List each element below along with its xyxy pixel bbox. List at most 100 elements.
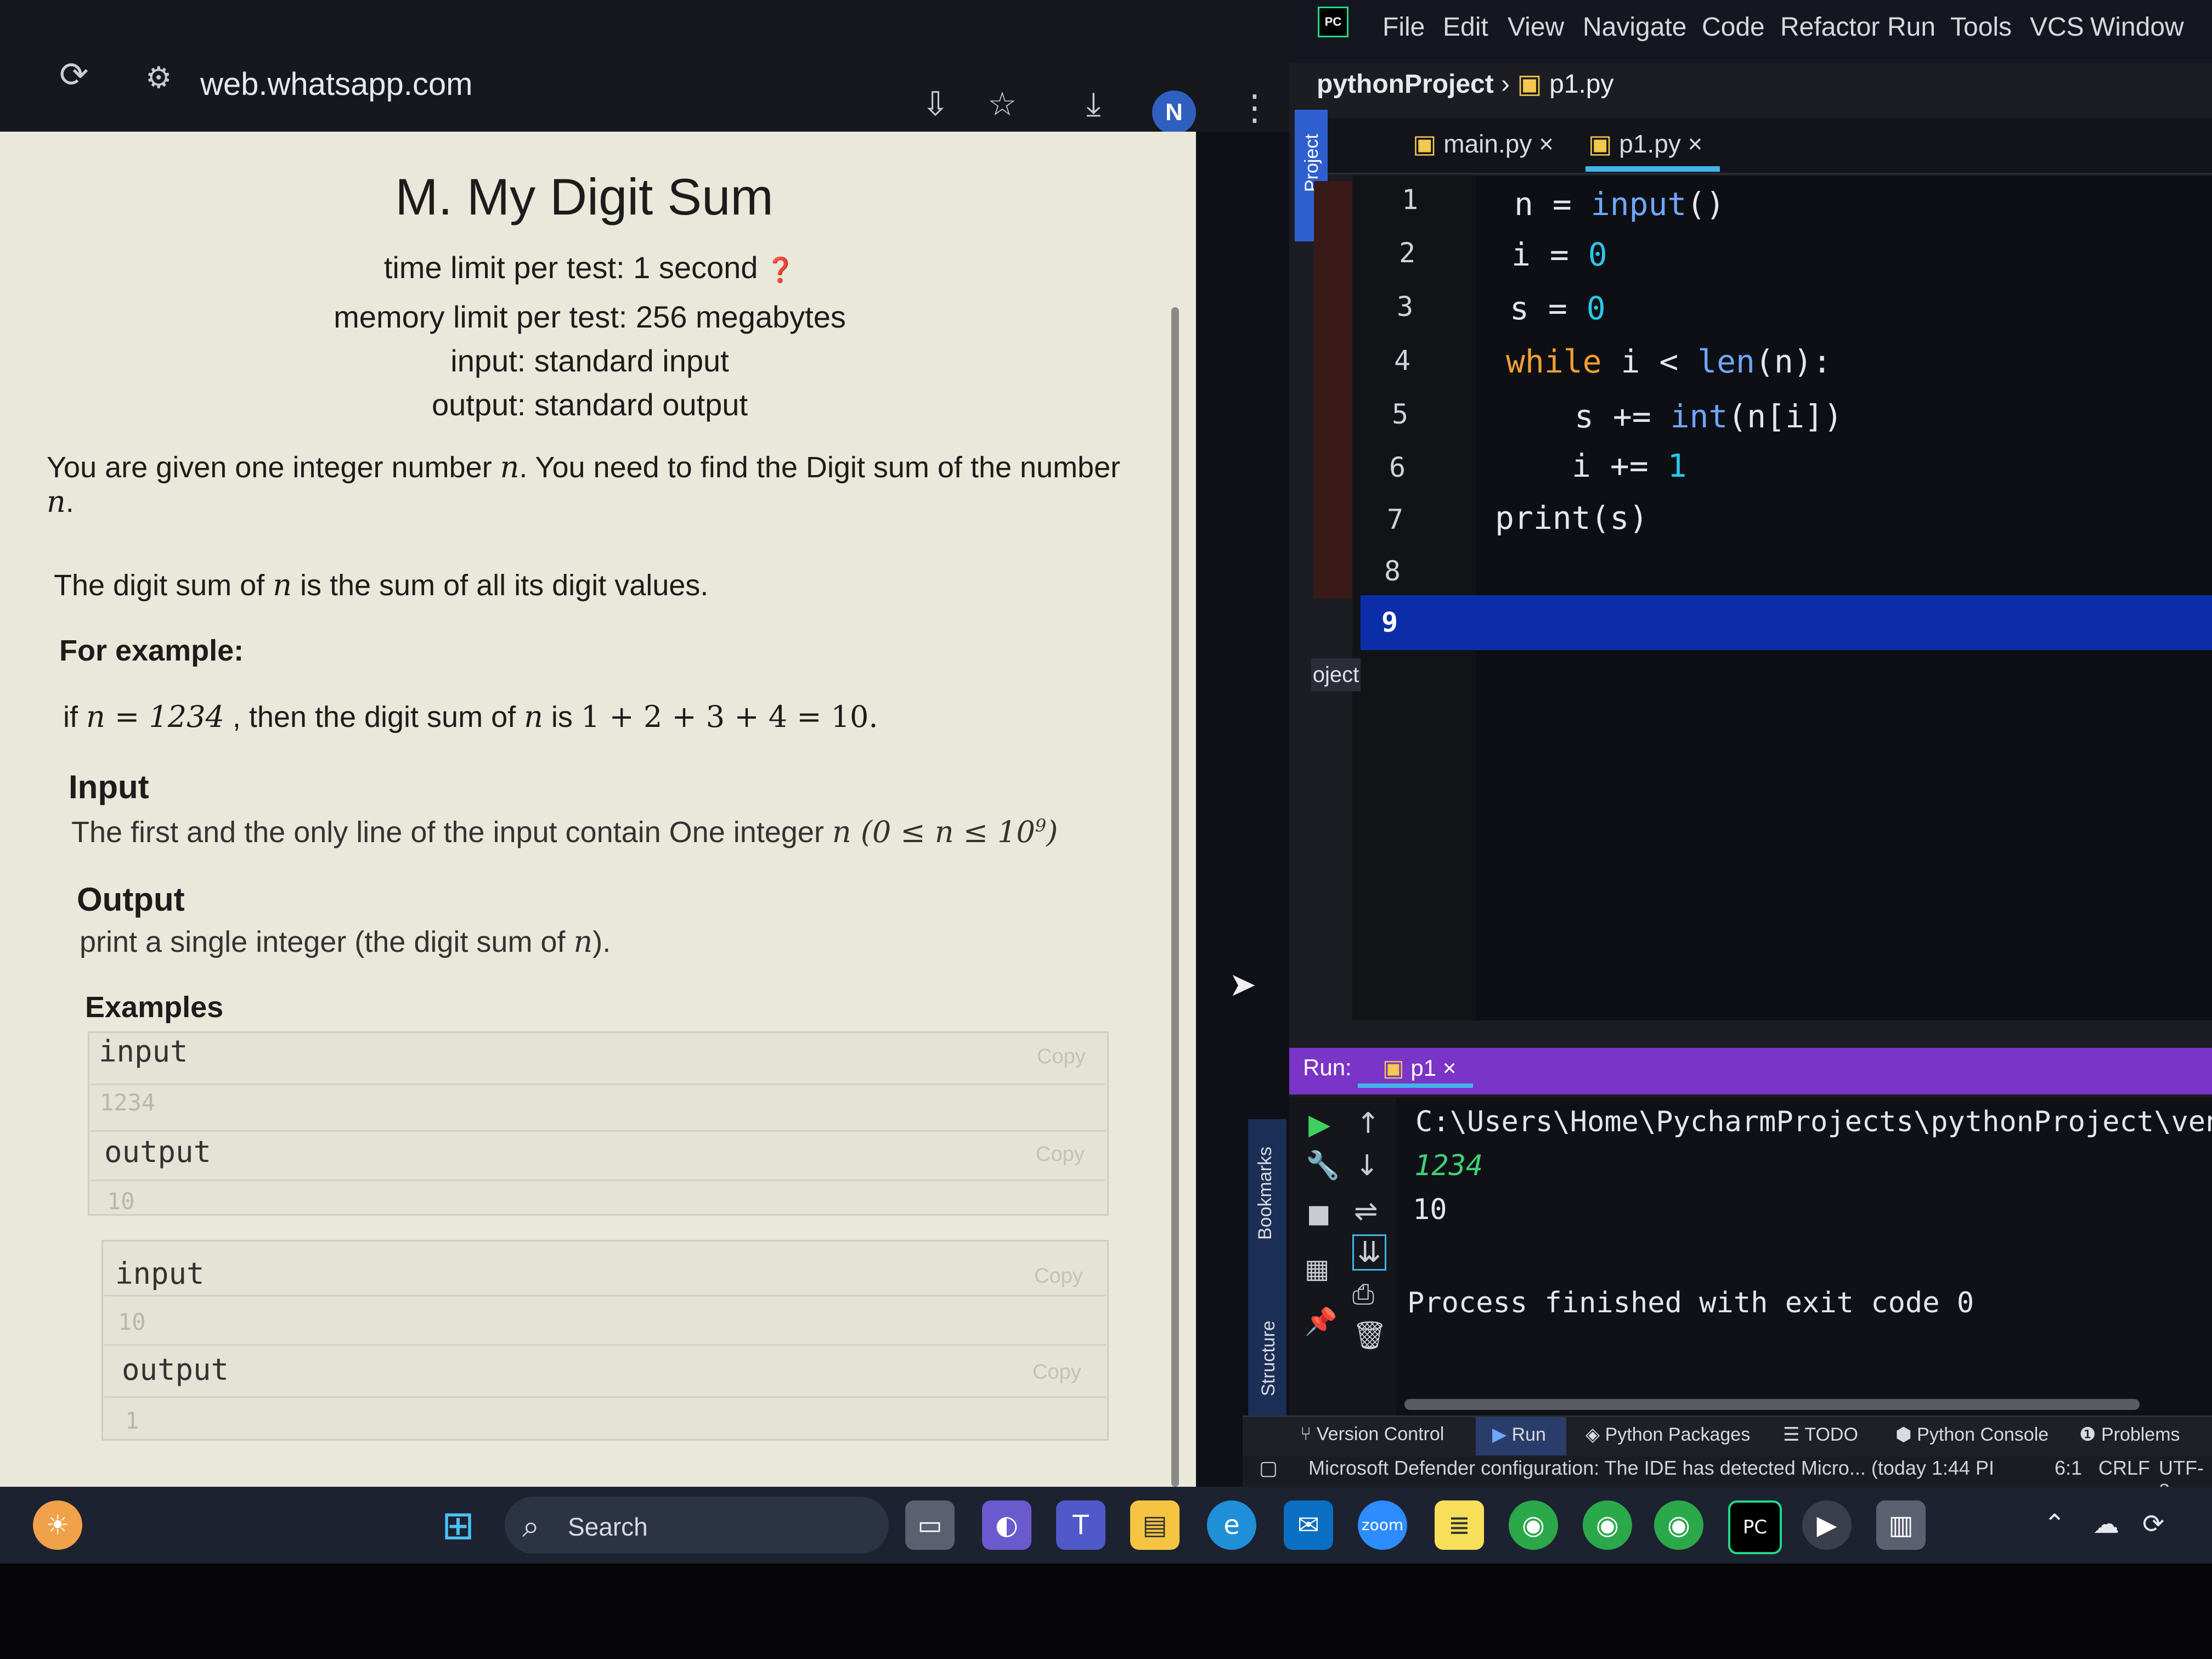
app-icon[interactable]: ▥ bbox=[1876, 1500, 1926, 1550]
list-icon: ☰ bbox=[1783, 1424, 1805, 1445]
weather-widget-icon[interactable]: ☀ bbox=[33, 1500, 82, 1550]
close-icon[interactable]: × bbox=[1681, 129, 1703, 158]
breadcrumb-file[interactable]: p1.py bbox=[1549, 70, 1613, 99]
close-icon[interactable]: × bbox=[1532, 129, 1554, 158]
example-box bbox=[88, 1031, 1109, 1216]
copy-button[interactable]: Copy bbox=[1036, 1143, 1085, 1166]
address-bar[interactable]: web.whatsapp.com bbox=[200, 66, 472, 103]
breadcrumb-project[interactable]: pythonProject bbox=[1317, 70, 1494, 99]
page-scrollbar[interactable] bbox=[1171, 307, 1179, 1487]
menu-navigate[interactable]: Navigate bbox=[1583, 12, 1686, 42]
example-input-value: 1234 bbox=[100, 1089, 156, 1116]
scroll-down-icon[interactable]: ↓ bbox=[1355, 1149, 1379, 1182]
cloud-icon[interactable]: ☁ bbox=[2093, 1509, 2119, 1539]
structure-tab[interactable]: Structure bbox=[1258, 1321, 1279, 1396]
status-message[interactable]: Microsoft Defender configuration: The ID… bbox=[1308, 1457, 1994, 1480]
close-icon[interactable]: × bbox=[1436, 1055, 1457, 1081]
line-number: 8 bbox=[1384, 555, 1401, 587]
chevron-up-icon[interactable]: ⌃ bbox=[2044, 1509, 2066, 1539]
line-number: 9 bbox=[1381, 606, 1398, 638]
reload-icon[interactable]: ⟳ bbox=[59, 55, 89, 95]
toolwindow-toggle-icon[interactable]: ▢ bbox=[1259, 1457, 1278, 1480]
project-panel-stub[interactable]: oject bbox=[1311, 658, 1361, 691]
line-number: 5 bbox=[1392, 398, 1409, 430]
run-button[interactable]: ▶ Run bbox=[1492, 1424, 1546, 1446]
tab-main-py[interactable]: ▣ main.py × bbox=[1413, 129, 1554, 159]
install-app-icon[interactable]: ⇩ bbox=[922, 85, 949, 123]
info-icon: ❶ bbox=[2079, 1424, 2101, 1445]
media-player-icon[interactable]: ▶ bbox=[1802, 1500, 1852, 1550]
code-line-3: s = 0 bbox=[1510, 290, 1606, 327]
mouse-cursor-icon: ➤ bbox=[1229, 966, 1257, 1004]
console-scrollbar[interactable] bbox=[1404, 1399, 2140, 1410]
menu-edit[interactable]: Edit bbox=[1443, 12, 1488, 42]
help-icon[interactable]: ❓ bbox=[758, 256, 795, 284]
monitor-bezel bbox=[0, 1564, 2212, 1659]
teams-icon[interactable]: T bbox=[1056, 1500, 1105, 1550]
python-packages-button[interactable]: ◈ Python Packages bbox=[1585, 1424, 1750, 1446]
edge-icon[interactable]: e bbox=[1207, 1500, 1256, 1550]
chrome-icon[interactable]: ◉ bbox=[1654, 1500, 1703, 1550]
python-file-icon: ▣ bbox=[1413, 129, 1444, 158]
kebab-menu-icon[interactable]: ⋮ bbox=[1237, 88, 1272, 128]
bookmark-star-icon[interactable]: ☆ bbox=[988, 85, 1017, 123]
memory-limit: memory limit per test: 256 megabytes bbox=[334, 300, 846, 334]
menu-vcs[interactable]: VCS bbox=[2030, 12, 2084, 42]
layout-icon[interactable]: ▦ bbox=[1305, 1254, 1329, 1284]
menu-code[interactable]: Code bbox=[1702, 12, 1765, 42]
run-tab-p1[interactable]: ▣ p1 × bbox=[1383, 1054, 1456, 1081]
menu-refactor[interactable]: Refactor bbox=[1780, 12, 1880, 42]
cursor-position[interactable]: 6:1 bbox=[2055, 1457, 2082, 1480]
site-settings-icon[interactable]: ⚙ bbox=[145, 60, 172, 95]
input-text: The first and the only line of the input… bbox=[71, 815, 1058, 849]
sync-icon[interactable]: ⟳ bbox=[2142, 1509, 2164, 1539]
trash-icon[interactable]: 🗑 bbox=[1352, 1319, 1387, 1352]
menu-tools[interactable]: Tools bbox=[1950, 12, 2012, 42]
soft-wrap-icon[interactable]: ⇌ bbox=[1354, 1195, 1378, 1228]
output-heading: Output bbox=[77, 881, 185, 918]
python-console-button[interactable]: ⬢ Python Console bbox=[1895, 1424, 2049, 1446]
menu-window[interactable]: Window bbox=[2090, 12, 2184, 42]
stop-icon[interactable]: ■ bbox=[1307, 1199, 1330, 1228]
scroll-up-icon[interactable]: ↑ bbox=[1356, 1107, 1380, 1140]
zoom-icon[interactable]: zoom bbox=[1358, 1500, 1407, 1550]
tab-p1-py[interactable]: ▣ p1.py × bbox=[1588, 129, 1702, 159]
bookmarks-tab[interactable]: Bookmarks bbox=[1255, 1147, 1276, 1240]
pycharm-taskbar-icon[interactable]: PC bbox=[1728, 1500, 1782, 1554]
rerun-icon[interactable]: ▶ bbox=[1308, 1108, 1330, 1141]
copilot-icon[interactable]: ◐ bbox=[982, 1500, 1031, 1550]
scroll-to-end-icon[interactable]: ⇊ bbox=[1352, 1234, 1386, 1271]
side-toolwindow-strip: Bookmarks Structure bbox=[1248, 1119, 1286, 1415]
copy-button[interactable]: Copy bbox=[1037, 1045, 1086, 1069]
code-line-5: s += int(n[i]) bbox=[1575, 398, 1843, 435]
chrome-icon[interactable]: ◉ bbox=[1583, 1500, 1632, 1550]
chrome-icon[interactable]: ◉ bbox=[1509, 1500, 1558, 1550]
example-output-value: 1 bbox=[125, 1407, 139, 1434]
file-explorer-icon[interactable]: ▤ bbox=[1130, 1500, 1180, 1550]
layers-icon: ◈ bbox=[1585, 1424, 1605, 1445]
taskbar-search[interactable] bbox=[505, 1497, 889, 1554]
menu-run[interactable]: Run bbox=[1887, 12, 1936, 42]
windows-start-icon[interactable]: ⊞ bbox=[433, 1500, 483, 1550]
profile-avatar[interactable]: N bbox=[1152, 91, 1196, 134]
task-view-icon[interactable]: ▭ bbox=[905, 1500, 955, 1550]
wrench-icon[interactable]: 🔧 bbox=[1306, 1149, 1340, 1182]
outlook-icon[interactable]: ✉ bbox=[1284, 1500, 1333, 1550]
print-icon[interactable]: ⎙ bbox=[1352, 1278, 1374, 1311]
problems-button[interactable]: ❶ Problems bbox=[2079, 1424, 2180, 1446]
menu-view[interactable]: View bbox=[1508, 12, 1564, 42]
download-icon[interactable]: ⤓ bbox=[1086, 85, 1101, 123]
current-line-highlight bbox=[1361, 595, 2212, 650]
pin-icon[interactable]: 📌 bbox=[1305, 1306, 1338, 1337]
menu-file[interactable]: File bbox=[1383, 12, 1425, 42]
copy-button[interactable]: Copy bbox=[1032, 1361, 1081, 1384]
example-sentence: if n = 1234 , then the digit sum of n is… bbox=[63, 699, 878, 734]
line-separator[interactable]: CRLF bbox=[2098, 1457, 2150, 1480]
copy-button[interactable]: Copy bbox=[1034, 1265, 1083, 1288]
console-output[interactable] bbox=[1396, 1097, 2212, 1415]
version-control-button[interactable]: ⑂ Version Control bbox=[1300, 1424, 1444, 1445]
branch-icon: ⑂ bbox=[1300, 1424, 1317, 1444]
notepad-icon[interactable]: ≣ bbox=[1435, 1500, 1484, 1550]
example-input-label: input bbox=[115, 1256, 205, 1291]
todo-button[interactable]: ☰ TODO bbox=[1783, 1424, 1858, 1446]
